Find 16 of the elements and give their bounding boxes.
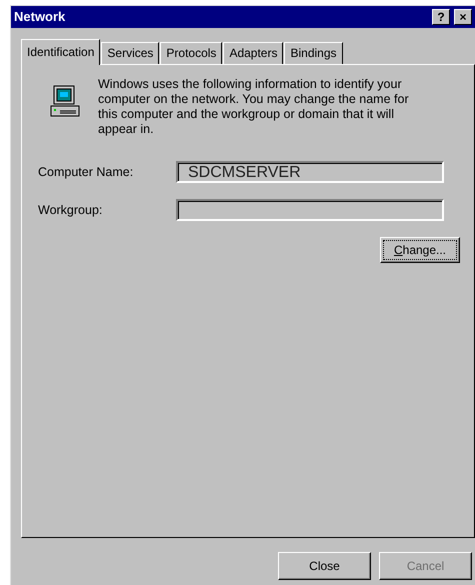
field-label: Computer Name: bbox=[38, 164, 134, 181]
dialog-button[interactable]: Close bbox=[278, 552, 371, 580]
help-button[interactable]: ? bbox=[432, 9, 450, 25]
tab[interactable]: Bindings bbox=[284, 42, 342, 64]
tab[interactable]: Identification bbox=[21, 39, 100, 65]
text-field[interactable] bbox=[176, 199, 444, 221]
change-button[interactable]: Change... bbox=[380, 237, 460, 263]
computer-icon bbox=[48, 85, 82, 119]
tab[interactable]: Adapters bbox=[223, 42, 284, 64]
description-text: Windows uses the following information to identify your computer on the network. You may change the name for this computer and the workgroup or domain that it will appear in. bbox=[98, 77, 410, 137]
close-button[interactable]: × bbox=[454, 9, 472, 25]
tab[interactable]: Services bbox=[101, 42, 160, 64]
tab[interactable]: Protocols bbox=[160, 42, 222, 64]
field-label: Workgroup: bbox=[38, 202, 104, 219]
window-title: Network bbox=[14, 8, 66, 26]
text-field[interactable]: SDCMSERVER bbox=[176, 161, 444, 183]
